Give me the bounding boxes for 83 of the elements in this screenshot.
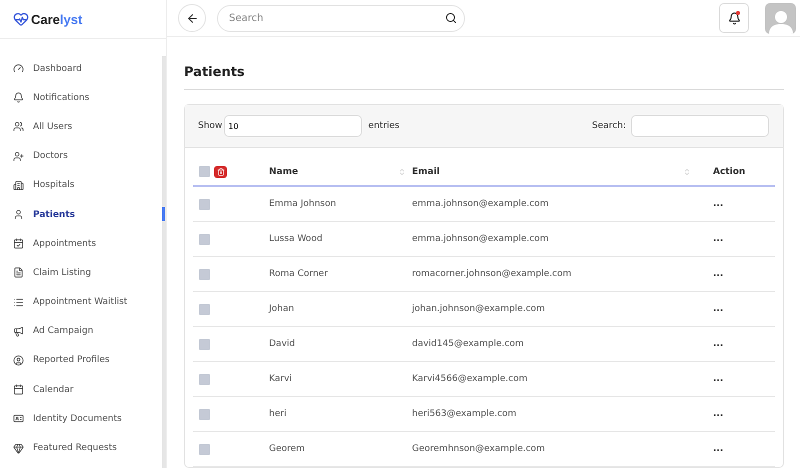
table-cell: johan.johnson@example.com — [412, 304, 545, 314]
table-cell: Karvi — [269, 374, 292, 384]
gauge-icon — [13, 63, 24, 74]
user-plus-icon — [13, 150, 24, 162]
sidebar-item[interactable]: Notifications — [0, 83, 162, 112]
row-checkbox[interactable] — [199, 444, 210, 454]
more-actions-button[interactable]: ... — [697, 374, 724, 384]
sort-icon — [398, 168, 406, 176]
id-card-icon — [13, 413, 24, 424]
bell-icon — [13, 92, 24, 104]
table-cell: Karvi4566@example.com — [412, 374, 528, 384]
notifications-button[interactable] — [719, 3, 749, 33]
table-cell: David — [269, 339, 295, 349]
sidebar-item[interactable]: All Users — [0, 112, 162, 142]
gem-icon — [13, 442, 24, 454]
back-button[interactable] — [178, 4, 206, 32]
sort-icon — [683, 168, 691, 176]
calendar-check-icon — [13, 238, 24, 250]
more-actions-button[interactable]: ... — [697, 269, 724, 279]
sidebar-item[interactable]: Doctors — [0, 142, 162, 171]
sidebar-item[interactable]: Reported Profiles — [0, 346, 162, 376]
row-checkbox[interactable] — [199, 304, 210, 314]
page-size-field[interactable]: 10 — [224, 115, 362, 137]
building-icon — [13, 180, 24, 191]
page-title: Patients — [184, 65, 784, 90]
entries-label: entries — [368, 121, 400, 131]
arrow-left-icon — [186, 12, 198, 24]
trash-icon — [216, 168, 224, 176]
user-circle-icon — [13, 354, 24, 366]
show-label: Show — [198, 121, 222, 131]
table-cell: Roma Corner — [269, 269, 328, 279]
table-cell: heri563@example.com — [412, 409, 516, 419]
more-actions-button[interactable]: ... — [697, 304, 724, 314]
more-actions-button[interactable]: ... — [697, 409, 724, 419]
table-cell: emma.johnson@example.com — [412, 199, 549, 209]
sidebar-item[interactable]: Claim Listing — [0, 258, 162, 288]
table-cell: Georem — [269, 444, 305, 454]
column-header[interactable]: Name — [269, 166, 394, 176]
select-all-checkbox[interactable] — [199, 166, 210, 177]
sidebar-item[interactable]: Dashboard — [0, 54, 162, 84]
sidebar-item[interactable]: Ad Campaign — [0, 316, 162, 346]
more-actions-button[interactable]: ... — [697, 199, 724, 209]
bell-icon — [728, 12, 740, 24]
table-search-field[interactable] — [631, 115, 769, 137]
sidebar-item[interactable]: Featured Requests — [0, 433, 162, 463]
search-field[interactable]: Search — [217, 4, 465, 32]
document-icon — [13, 267, 24, 278]
table-cell: Lussa Wood — [269, 234, 322, 244]
sidebar-item[interactable]: Hospitals — [0, 170, 162, 200]
more-actions-button[interactable]: ... — [697, 234, 724, 244]
calendar-icon — [13, 384, 24, 396]
row-checkbox[interactable] — [199, 374, 210, 384]
table-cell: Johan — [269, 304, 294, 314]
row-checkbox[interactable] — [199, 234, 210, 244]
table-cell: Georemhnson@example.com — [412, 444, 545, 454]
sidebar-item[interactable]: Appointments — [0, 229, 162, 258]
column-header[interactable]: Email — [412, 166, 679, 176]
user-icon — [13, 209, 24, 220]
logo-heart-icon — [13, 11, 29, 27]
sidebar-item[interactable]: Calendar — [0, 375, 162, 404]
users-icon — [13, 121, 24, 132]
search-icon — [445, 12, 457, 24]
search-label: Search: — [592, 121, 626, 131]
megaphone-icon — [13, 326, 24, 337]
more-actions-button[interactable]: ... — [697, 339, 724, 349]
sidebar-item[interactable]: Appointment Waitlist — [0, 288, 162, 317]
sidebar-item[interactable]: Patients — [0, 200, 162, 230]
column-header: Action — [713, 166, 746, 176]
row-checkbox[interactable] — [199, 408, 210, 420]
delete-button[interactable] — [214, 166, 227, 178]
table-cell: Emma Johnson — [269, 199, 336, 209]
row-checkbox[interactable] — [199, 198, 210, 210]
table-cell: david145@example.com — [412, 339, 524, 349]
row-checkbox[interactable] — [199, 338, 210, 350]
table-cell: romacorner.johnson@example.com — [412, 269, 572, 279]
logo-text: Carelyst — [31, 12, 82, 26]
table-cell: heri — [269, 409, 286, 419]
more-actions-button[interactable]: ... — [697, 444, 724, 454]
scrollbar-thumb[interactable] — [162, 207, 165, 221]
row-checkbox[interactable] — [199, 268, 210, 280]
avatar-silhouette[interactable] — [765, 2, 796, 34]
sidebar-item[interactable]: Identity Documents — [0, 404, 162, 434]
table-cell: emma.johnson@example.com — [412, 234, 549, 244]
